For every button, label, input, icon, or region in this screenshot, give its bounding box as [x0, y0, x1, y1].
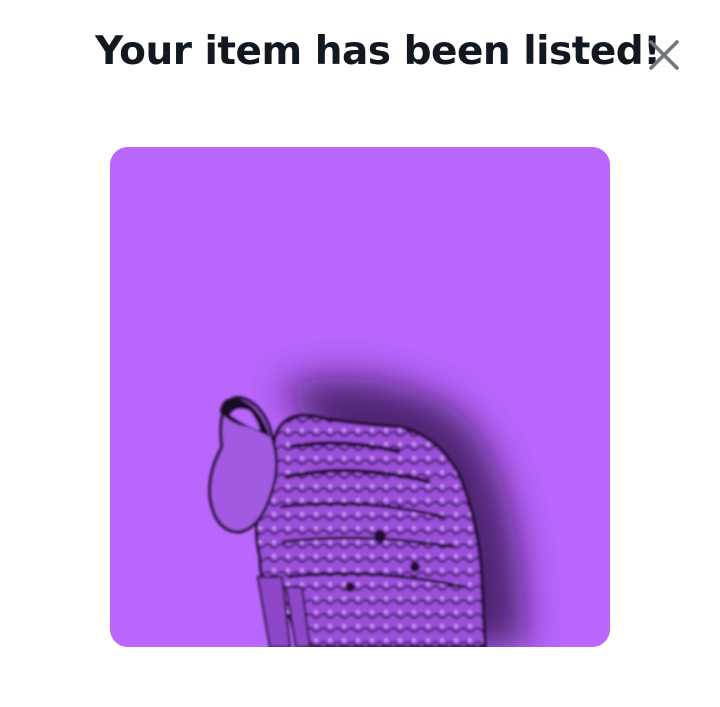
cat-image — [110, 147, 610, 647]
close-icon — [646, 37, 682, 73]
listing-success-dialog: Your item has been listed! — [0, 0, 720, 707]
close-button[interactable] — [646, 37, 682, 73]
dialog-title: Your item has been listed! — [95, 29, 661, 74]
listing-photo — [110, 147, 610, 647]
